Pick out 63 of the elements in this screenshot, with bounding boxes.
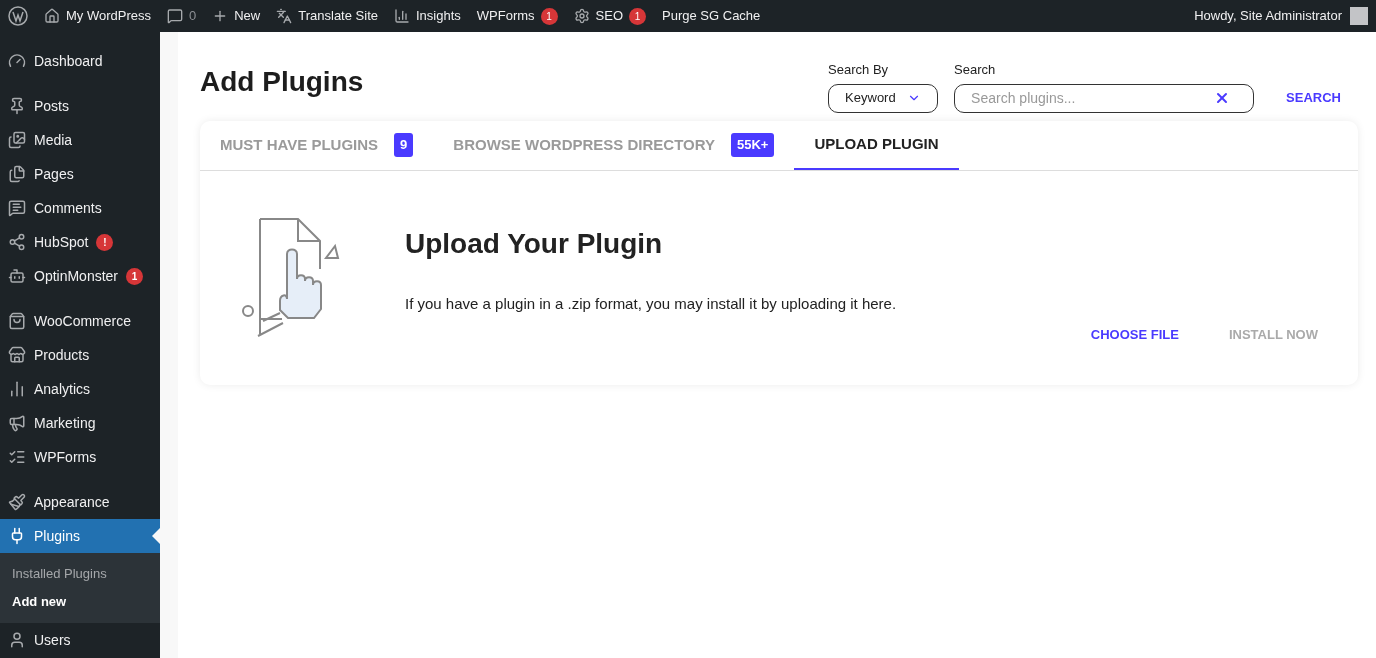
sidebar-menu-item[interactable]: Dashboard <box>0 44 160 78</box>
count-badge: 55K+ <box>731 133 775 157</box>
form-icon <box>8 448 26 466</box>
search-button[interactable]: SEARCH <box>1270 83 1357 113</box>
hub-icon <box>8 233 26 251</box>
tab[interactable]: BROWSE WORDPRESS DIRECTORY 55K+ <box>453 120 775 170</box>
notification-count: 1 <box>629 7 647 25</box>
admin-bar-link[interactable]: Purge SG Cache <box>662 6 761 26</box>
admin-bar-link[interactable]: My WordPress <box>44 6 151 26</box>
wordpress-logo-icon[interactable] <box>8 6 28 26</box>
count-badge: 9 <box>394 133 414 157</box>
comment-icon <box>8 199 26 217</box>
bar-chart-icon <box>8 380 26 398</box>
home-icon <box>44 8 60 24</box>
notification-count: ! <box>96 233 114 251</box>
sidebar-menu-item[interactable]: Posts <box>0 89 160 123</box>
media-icon <box>8 131 26 149</box>
sidebar-menu-item[interactable]: OptinMonster 1 <box>0 259 160 293</box>
sidebar-menu-item[interactable]: Marketing <box>0 406 160 440</box>
upload-description: If you have a plugin in a .zip format, you may install it by uploading it here. <box>405 293 898 314</box>
field-label: Search By <box>828 61 890 79</box>
store-icon <box>8 346 26 364</box>
pin-icon <box>8 97 26 115</box>
admin-bar-link[interactable]: Insights <box>394 6 461 26</box>
notification-count: 1 <box>126 267 144 285</box>
search-field[interactable]: Search plugins... <box>954 83 1255 113</box>
tab[interactable]: UPLOAD PLUGIN <box>794 120 959 170</box>
admin-bar-link[interactable]: New <box>212 6 261 26</box>
pages-icon <box>8 165 26 183</box>
bar-chart-icon <box>394 8 410 24</box>
sidebar-menu-item[interactable]: Comments <box>0 191 160 225</box>
admin-bar-link[interactable]: Translate Site <box>276 6 378 26</box>
translate-icon <box>276 8 293 24</box>
user-icon <box>8 631 26 649</box>
sidebar-menu-item[interactable]: WooCommerce <box>0 304 160 338</box>
submenu-item[interactable]: Installed Plugins <box>0 560 160 588</box>
search-by-select[interactable]: Keyword <box>828 83 939 113</box>
tab[interactable]: MUST HAVE PLUGINS 9 <box>220 120 414 170</box>
field-label: Search <box>954 61 997 79</box>
gear-icon <box>573 8 590 24</box>
comment-icon <box>167 8 183 24</box>
megaphone-icon <box>8 414 26 432</box>
upload-action-button[interactable]: CHOOSE FILE <box>1090 325 1179 345</box>
sidebar-menu-item[interactable]: Pages <box>0 157 160 191</box>
sidebar-menu-item[interactable]: Plugins <box>0 519 160 553</box>
notification-count: 1 <box>540 7 558 25</box>
page-title: Add Plugins <box>200 64 364 99</box>
admin-bar-link[interactable]: 0 <box>167 6 197 26</box>
bag-icon <box>8 312 26 330</box>
sidebar-menu-item[interactable]: Appearance <box>0 485 160 519</box>
greeting-text[interactable]: Howdy, Site Administrator <box>1194 6 1342 26</box>
sidebar-menu-item[interactable]: WPForms <box>0 440 160 474</box>
admin-bar-link[interactable]: SEO 1 <box>573 6 647 26</box>
sidebar-menu-item[interactable]: Media <box>0 123 160 157</box>
upload-heading: Upload Your Plugin <box>405 226 664 261</box>
sidebar-menu-item[interactable]: HubSpot ! <box>0 225 160 259</box>
admin-bar-link[interactable]: WPForms 1 <box>476 6 558 26</box>
brush-icon <box>8 493 26 511</box>
submenu-item[interactable]: Add new <box>0 588 160 616</box>
sidebar-menu-item[interactable]: Products <box>0 338 160 372</box>
gauge-icon <box>8 52 26 70</box>
sidebar-menu-item[interactable]: Users <box>0 623 160 657</box>
sidebar-menu-item[interactable]: Analytics <box>0 372 160 406</box>
